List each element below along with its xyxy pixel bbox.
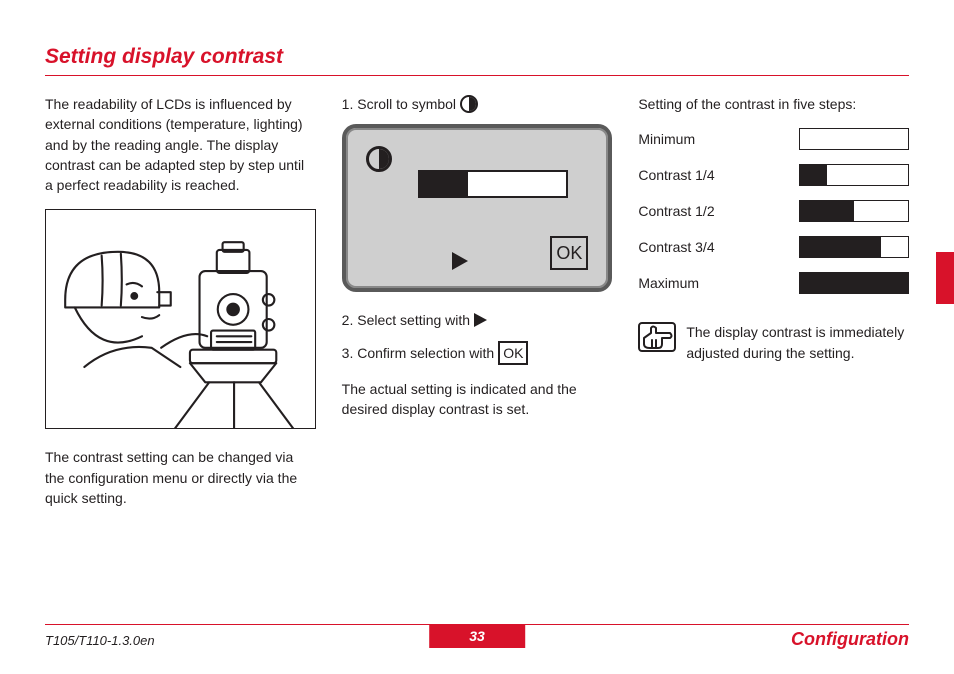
footer: T105/T110-1.3.0en 33 Configuration	[45, 624, 909, 650]
col2-outro: The actual setting is indicated and the …	[342, 379, 613, 420]
column-1: The readability of LCDs is influenced by…	[45, 94, 316, 522]
footer-section: Configuration	[791, 625, 909, 650]
content-columns: The readability of LCDs is influenced by…	[45, 94, 909, 522]
title-rule	[45, 75, 909, 76]
edge-tab	[936, 252, 954, 304]
step-1-text: 1. Scroll to symbol	[342, 94, 456, 114]
contrast-label-0: Minimum	[638, 129, 799, 149]
contrast-row-0: Minimum	[638, 128, 909, 150]
column-2: 1. Scroll to symbol OK 2. Select setting…	[342, 94, 613, 522]
step-2-text: 2. Select setting with	[342, 310, 470, 330]
contrast-swatch-0	[799, 128, 909, 150]
contrast-label-3: Contrast 3/4	[638, 237, 799, 257]
surveyor-svg	[46, 210, 315, 428]
step-3: 3. Confirm selection with OK	[342, 341, 613, 365]
step-3-text: 3. Confirm selection with	[342, 343, 495, 363]
intro-text: The readability of LCDs is influenced by…	[45, 94, 316, 195]
surveyor-figure: T100Z30	[45, 209, 316, 429]
contrast-row-4: Maximum	[638, 272, 909, 294]
lcd-ok-button: OK	[550, 236, 588, 270]
lcd-display: OK	[342, 124, 613, 292]
contrast-label-2: Contrast 1/2	[638, 201, 799, 221]
column-3: Setting of the contrast in five steps: M…	[638, 94, 909, 522]
note-text: The display contrast is immediately adju…	[686, 322, 909, 363]
lcd-contrast-bar-fill	[420, 172, 468, 196]
contrast-swatch-2	[799, 200, 909, 222]
step-1: 1. Scroll to symbol	[342, 94, 613, 114]
contrast-icon	[460, 95, 478, 113]
below-figure-text: The contrast setting can be changed via …	[45, 447, 316, 508]
contrast-row-2: Contrast 1/2	[638, 200, 909, 222]
footer-page-number: 33	[429, 624, 525, 648]
contrast-row-3: Contrast 3/4	[638, 236, 909, 258]
footer-doc-id: T105/T110-1.3.0en	[45, 627, 155, 648]
contrast-row-1: Contrast 1/4	[638, 164, 909, 186]
step-2: 2. Select setting with	[342, 310, 613, 330]
lcd-contrast-bar	[418, 170, 568, 198]
contrast-swatch-4	[799, 272, 909, 294]
note-block: The display contrast is immediately adju…	[638, 322, 909, 363]
lcd-arrow-icon	[452, 250, 468, 270]
arrow-right-icon	[474, 313, 487, 327]
ok-inline-icon: OK	[498, 341, 528, 365]
page-title: Setting display contrast	[45, 45, 909, 69]
col3-heading: Setting of the contrast in five steps:	[638, 94, 909, 114]
contrast-swatch-1	[799, 164, 909, 186]
contrast-label-1: Contrast 1/4	[638, 165, 799, 185]
contrast-label-4: Maximum	[638, 273, 799, 293]
contrast-swatch-3	[799, 236, 909, 258]
pointing-hand-icon	[638, 322, 676, 363]
lcd-contrast-icon	[366, 146, 392, 172]
